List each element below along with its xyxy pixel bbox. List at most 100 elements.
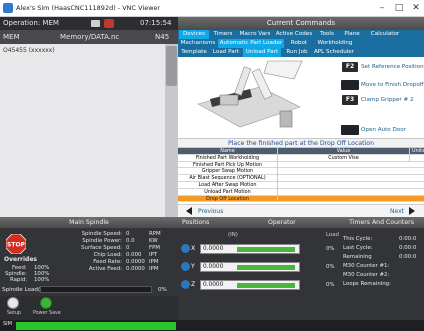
row-name: Finished Part Pick Up Motion (178, 161, 278, 169)
tab-row-3: Template Load Part Unload Part Run Job A… (178, 48, 424, 57)
open-door-icon[interactable] (341, 125, 359, 135)
positions-panel: (IN) Load X 0.0000 0% Y 0.0000 0% Z 0.00… (178, 228, 339, 320)
maximize-button[interactable]: □ (392, 1, 406, 15)
tab-timers[interactable]: Timers (210, 30, 236, 39)
axis-x-readout: 0.0000 (200, 244, 300, 254)
open-auto-door-label[interactable]: Open Auto Door (361, 127, 406, 133)
remaining-label: Remaining (343, 254, 372, 260)
timers-panel: This Cycle: 0:00:0 Last Cycle: 0:00:0 Re… (339, 228, 424, 320)
clock-time: 07:15:54 (140, 19, 172, 27)
f2-key[interactable]: F2 (342, 62, 358, 72)
current-commands-title: Current Commands (178, 17, 424, 30)
spindle-power-label: Spindle Power: (82, 238, 122, 244)
rapid-override-value: 100% (34, 277, 50, 283)
tab-devices[interactable]: Devices (179, 30, 209, 39)
chip-load-value: 0.000 (126, 252, 142, 258)
set-reference-position-label[interactable]: Set Reference Position (361, 64, 424, 70)
stop-button[interactable]: STOP (6, 234, 26, 254)
spindle-speed-value: 0 (126, 231, 130, 237)
stop-label: STOP (7, 242, 26, 249)
column-name: Name (178, 148, 278, 155)
power-save-label[interactable]: Power Save (33, 311, 61, 316)
axis-row-y[interactable]: Y 0.0000 0% (178, 260, 339, 274)
axis-row-z[interactable]: Z 0.0000 0% (178, 278, 339, 292)
minimize-button[interactable]: – (375, 1, 389, 15)
bottom-toolbar: Setup Power Save (0, 296, 178, 320)
last-cycle-label: Last Cycle: (343, 245, 373, 251)
tab-automatic-part-loader[interactable]: Automatic Part Loader (218, 39, 284, 48)
tab-template[interactable]: Template (179, 48, 209, 57)
next-arrow-icon[interactable] (409, 207, 415, 215)
setup-icon[interactable] (7, 297, 19, 309)
axis-y-load-bar (237, 265, 295, 270)
program-line: O45455 (xxxxxx) (3, 47, 55, 54)
move-to-finish-dropoff-label[interactable]: Move to Finish Dropoff (361, 82, 424, 88)
this-cycle-value: 0:00:0 (399, 236, 417, 242)
axis-z-load: 0% (326, 282, 335, 288)
overrides-title: Overrides (4, 256, 37, 263)
table-row[interactable]: Finished Part Pick Up Motion (178, 161, 424, 169)
axis-z-letter: Z (191, 281, 196, 288)
table-row-selected[interactable]: Drop Off Location (178, 195, 424, 203)
timers-header: Timers And Counters (339, 217, 424, 228)
axis-x-button[interactable] (181, 244, 190, 253)
clamp-gripper-2-label[interactable]: Clamp Gripper # 2 (361, 97, 414, 103)
surface-speed-label: Surface Speed: (81, 245, 122, 251)
operation-mode: Operation: MEM (3, 19, 59, 27)
table-row[interactable]: Gripper Swap Motion (178, 168, 424, 176)
axis-y-button[interactable] (181, 262, 190, 271)
table-row[interactable]: Finished Part Workholding Custom Vise (178, 154, 424, 162)
positions-unit: (IN) (228, 232, 238, 238)
spindle-power-value: 0.0 (126, 238, 135, 244)
positions-mode[interactable]: Operator (268, 217, 296, 228)
positions-load-header: Load (326, 232, 339, 238)
status-label: SIM (3, 321, 12, 327)
axis-y-value: 0.0000 (203, 264, 224, 270)
program-scroll-thumb[interactable] (166, 46, 177, 86)
program-editor[interactable]: O45455 (xxxxxx) (0, 44, 178, 217)
previous-arrow-icon[interactable] (186, 207, 192, 215)
tab-tools[interactable]: Tools (315, 30, 339, 39)
tab-macro-vars[interactable]: Macro Vars (237, 30, 273, 39)
alarm-icon (104, 19, 114, 28)
positions-title: Positions (182, 219, 210, 226)
tab-mechanisms[interactable]: Mechanisms (179, 39, 217, 48)
surface-speed-value: 0 (126, 245, 130, 251)
close-button[interactable]: ✕ (409, 1, 423, 15)
table-row[interactable]: Load After Swap Motion (178, 181, 424, 189)
axis-row-x[interactable]: X 0.0000 0% (178, 242, 339, 256)
spindle-load-value: 0% (158, 287, 167, 293)
move-finish-dropoff-icon[interactable] (341, 80, 359, 90)
status-indicator (16, 322, 176, 330)
remaining-value: 0:00:0 (399, 254, 417, 260)
axis-z-button[interactable] (181, 280, 190, 289)
tab-robot[interactable]: Robot (285, 39, 313, 48)
last-cycle-value: 0:00:0 (399, 245, 417, 251)
tab-workholding[interactable]: Workholding (314, 39, 356, 48)
spindle-speed-unit: RPM (149, 231, 161, 237)
tab-apl-scheduler[interactable]: APL Scheduler (313, 48, 355, 57)
table-row[interactable]: Air Blast Sequence (OPTIONAL) (178, 175, 424, 182)
setup-label[interactable]: Setup (7, 311, 21, 316)
tab-active-codes[interactable]: Active Codes (274, 30, 314, 39)
power-save-icon[interactable] (40, 297, 52, 309)
window-title: Alex's Sim (HaasCNC111892d) - VNC Viewer (16, 4, 161, 12)
table-header: Name Value Units (178, 148, 424, 155)
spindle-speed-label: Spindle Speed: (81, 231, 122, 237)
tab-plane[interactable]: Plane (340, 30, 364, 39)
axis-x-letter: X (191, 245, 196, 252)
tab-calculator[interactable]: Calculator (365, 30, 405, 39)
tab-load-part[interactable]: Load Part (210, 48, 242, 57)
camera-icon (91, 20, 100, 27)
table-row[interactable]: Unload Part Motion (178, 188, 424, 196)
vnc-window: Alex's Sim (HaasCNC111892d) - VNC Viewer… (0, 0, 424, 331)
column-value: Value (278, 148, 410, 155)
apl-gripper-illustration (197, 60, 303, 128)
f3-key[interactable]: F3 (342, 95, 358, 105)
tab-run-job[interactable]: Run Job (282, 48, 312, 57)
active-feed-value: 0.0000 (126, 266, 145, 272)
spindle-power-unit: KW (149, 238, 158, 244)
axis-x-value: 0.0000 (203, 246, 224, 252)
tab-unload-part[interactable]: Unload Part (243, 48, 281, 57)
vnc-app-icon (3, 3, 13, 13)
